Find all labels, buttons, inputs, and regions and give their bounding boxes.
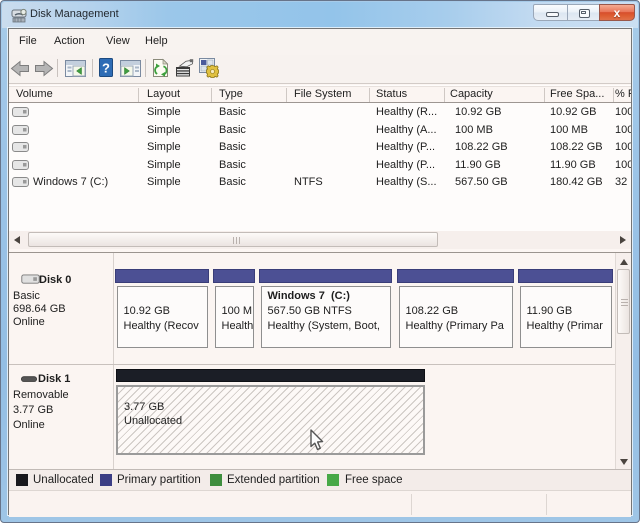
svg-text:?: ? <box>102 61 110 76</box>
